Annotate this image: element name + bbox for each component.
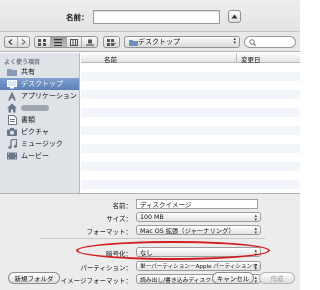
arrange-menu[interactable] bbox=[104, 37, 119, 47]
sidebar-item-label: 書類 bbox=[21, 116, 35, 124]
sidebar-item-label: アプリケーション bbox=[21, 92, 77, 100]
location-label: デスクトップ bbox=[138, 38, 180, 46]
redacted-username bbox=[21, 105, 49, 111]
column-header-modified[interactable]: 変更日 bbox=[241, 54, 261, 64]
documents-icon bbox=[7, 115, 17, 125]
size-value: 100 MB bbox=[140, 213, 164, 221]
list-row bbox=[81, 72, 300, 81]
create-button[interactable]: 作成 bbox=[259, 272, 295, 284]
list-icon bbox=[54, 38, 63, 46]
list-row bbox=[81, 162, 300, 171]
back-button[interactable] bbox=[5, 37, 18, 47]
format-label: フォーマット： bbox=[86, 228, 133, 236]
desktop-icon bbox=[7, 79, 17, 89]
triangle-up-icon bbox=[231, 14, 238, 19]
sidebar-item-music[interactable]: ミュージック bbox=[0, 138, 79, 150]
list-row bbox=[81, 144, 300, 153]
sidebar-item-applications[interactable]: アプリケーション bbox=[0, 90, 79, 102]
size-popup[interactable]: 100 MB ▴ ▾ bbox=[136, 212, 261, 222]
camera-icon bbox=[7, 127, 17, 137]
list-row bbox=[81, 126, 300, 135]
partition-value: 単一パーティション－Apple パーティションマップ bbox=[140, 264, 261, 270]
sidebar-item-home[interactable] bbox=[0, 102, 79, 114]
size-label: サイズ： bbox=[106, 215, 132, 223]
format-value: Mac OS 拡張（ジャーナリング） bbox=[140, 227, 235, 235]
forward-button[interactable] bbox=[18, 37, 30, 47]
updown-arrows-icon: ▴ ▾ bbox=[233, 36, 236, 46]
sidebar-item-desktop[interactable]: デスクトップ bbox=[0, 78, 79, 90]
separator bbox=[40, 238, 265, 239]
new-folder-button[interactable]: 新規フォルダ bbox=[8, 272, 60, 284]
sidebar-item-movies[interactable]: ムービー bbox=[0, 150, 79, 162]
list-row bbox=[81, 180, 300, 189]
chevron-right-icon bbox=[21, 39, 26, 45]
sidebar-item-pictures[interactable]: ピクチャ bbox=[0, 126, 79, 138]
nav-back-forward[interactable] bbox=[4, 36, 30, 48]
form-name-label: 名前： bbox=[112, 202, 133, 210]
sidebar-item-label: 共有 bbox=[21, 68, 35, 76]
list-row bbox=[81, 90, 300, 99]
arrange-grid-icon bbox=[107, 38, 116, 46]
view-switcher[interactable] bbox=[34, 36, 98, 48]
partition-popup[interactable]: 単一パーティション－Apple パーティションマップ ▴ ▾ bbox=[136, 261, 261, 271]
sidebar-item-shared[interactable]: 共有 bbox=[0, 66, 79, 78]
applications-icon bbox=[7, 91, 17, 101]
updown-arrows-icon: ▴ ▾ bbox=[254, 213, 257, 222]
filename-input[interactable] bbox=[93, 10, 220, 24]
column-view-button[interactable] bbox=[67, 37, 83, 47]
sidebar-heading: よく使う項目 bbox=[4, 59, 41, 66]
column-divider[interactable] bbox=[236, 53, 237, 63]
collapse-button[interactable] bbox=[228, 10, 241, 23]
folder-icon bbox=[7, 67, 17, 77]
list-row bbox=[81, 108, 300, 117]
music-note-icon bbox=[7, 139, 17, 149]
sidebar-item-documents[interactable]: 書類 bbox=[0, 114, 79, 126]
updown-arrows-icon: ▴ ▾ bbox=[254, 262, 257, 271]
updown-arrows-icon: ▴ ▾ bbox=[254, 226, 257, 235]
cancel-button[interactable]: キャンセル bbox=[212, 272, 254, 284]
columns-icon bbox=[69, 38, 78, 46]
sidebar-item-label: ピクチャ bbox=[21, 128, 49, 136]
column-header-name[interactable]: 名前 bbox=[104, 54, 117, 64]
updown-arrows-icon: ▴ ▾ bbox=[254, 275, 257, 284]
film-icon bbox=[7, 151, 17, 161]
format-popup[interactable]: Mac OS 拡張（ジャーナリング） ▴ ▾ bbox=[136, 225, 261, 235]
search-icon bbox=[249, 39, 256, 46]
folder-icon bbox=[129, 40, 138, 46]
image-name-value: ディスクイメージ bbox=[140, 201, 192, 209]
partition-label: パーティション： bbox=[80, 264, 132, 272]
grid-icon bbox=[38, 38, 47, 46]
sidebar-item-label: デスクトップ bbox=[21, 80, 63, 88]
image-name-field[interactable]: ディスクイメージ bbox=[136, 199, 258, 209]
list-view-button[interactable] bbox=[50, 37, 67, 47]
sidebar-item-label: ミュージック bbox=[21, 140, 63, 148]
search-field[interactable] bbox=[244, 36, 296, 48]
annotation-ellipse bbox=[76, 241, 270, 260]
icon-view-button[interactable] bbox=[35, 37, 51, 47]
chevron-left-icon bbox=[8, 39, 13, 45]
coverflow-icon bbox=[85, 39, 94, 46]
sidebar: よく使う項目 共有 デスクトップ アプリケーション 書類 ピクチャ ミュージック… bbox=[0, 53, 80, 193]
name-label: 名前： bbox=[66, 13, 89, 22]
coverflow-view-button[interactable] bbox=[82, 37, 97, 47]
home-icon bbox=[7, 103, 17, 113]
sidebar-item-label: ムービー bbox=[21, 152, 49, 160]
arrange-button[interactable] bbox=[103, 36, 120, 48]
